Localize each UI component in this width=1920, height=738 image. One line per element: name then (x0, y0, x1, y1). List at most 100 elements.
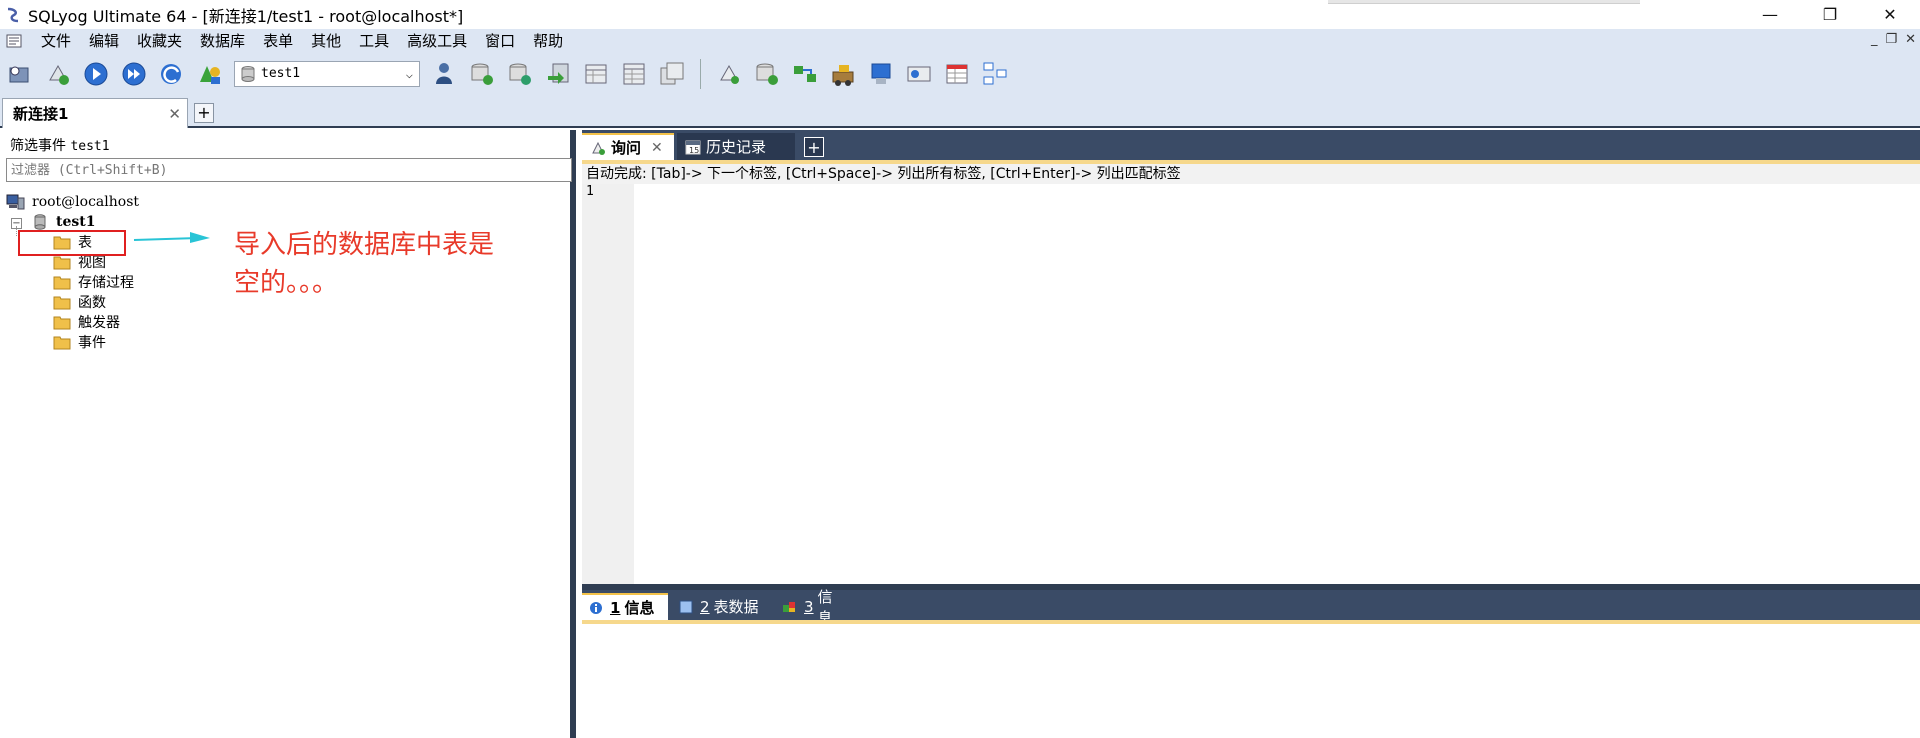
tab-number: 1 (610, 598, 621, 617)
refresh-icon[interactable] (156, 58, 188, 90)
annotation-text: 导入后的数据库中表是空的。。。 (234, 230, 495, 298)
grid-icon[interactable] (941, 58, 973, 90)
window-controls: — ❐ ✕ (1740, 0, 1920, 29)
job-agent-icon[interactable] (827, 58, 859, 90)
mdi-controls: _ ❐ ✕ (1871, 32, 1916, 47)
menu-file[interactable]: 文件 (32, 29, 80, 53)
autocomplete-hint: 自动完成: [Tab]-> 下一个标签, [Ctrl+Space]-> 列出所有… (582, 164, 1920, 184)
database-icon (30, 213, 50, 231)
menu-other[interactable]: 其他 (302, 29, 350, 53)
connection-tab-label: 新连接1 (13, 105, 69, 123)
close-icon[interactable]: ✕ (168, 105, 181, 123)
tree-database-node[interactable]: test1 (30, 212, 95, 232)
database-icon (241, 65, 255, 82)
connect-icon[interactable] (42, 58, 74, 90)
mdi-minimize-button[interactable]: _ (1871, 32, 1878, 47)
table-icon[interactable] (580, 58, 612, 90)
app-menu-icon[interactable] (4, 32, 24, 50)
folder-label: 存储过程 (78, 275, 134, 291)
tab-label: 表数据 (713, 598, 759, 616)
add-query-tab-button[interactable]: + (804, 137, 824, 157)
line-number-gutter: 1 (582, 184, 634, 584)
query-workspace: 询问 ✕ 15 历史记录 + 自动完成: [Tab]-> 下一个标签, [Ctr… (582, 130, 1920, 738)
line-number: 1 (586, 184, 594, 199)
toolbar: test1 ⌵ (0, 53, 1920, 94)
title-bar: SQLyog Ultimate 64 - [新连接1/test1 - root@… (0, 0, 1920, 29)
restore-db-icon[interactable] (504, 58, 536, 90)
server-label: root@localhost (32, 194, 140, 210)
tree-folder-functions[interactable]: 函数 (52, 292, 106, 312)
tree-connector (16, 226, 17, 236)
tab-query[interactable]: 询问 ✕ (582, 133, 674, 160)
menu-edit[interactable]: 编辑 (80, 29, 128, 53)
layout-icon[interactable] (979, 58, 1011, 90)
execute-icon[interactable] (80, 58, 112, 90)
query-builder-icon[interactable] (656, 58, 688, 90)
folder-icon (52, 313, 72, 331)
menu-window[interactable]: 窗口 (476, 29, 524, 53)
notification-icon[interactable] (865, 58, 897, 90)
schema-designer-icon[interactable] (713, 58, 745, 90)
close-button[interactable]: ✕ (1860, 0, 1920, 29)
menu-favorites[interactable]: 收藏夹 (128, 29, 191, 53)
tree-folder-procedures[interactable]: 存储过程 (52, 272, 134, 292)
folder-icon (52, 273, 72, 291)
folder-label: 触发器 (78, 315, 120, 331)
menu-database[interactable]: 数据库 (191, 29, 254, 53)
menu-table[interactable]: 表单 (254, 29, 302, 53)
annotation-highlight-box (18, 230, 126, 256)
mdi-restore-button[interactable]: ❐ (1885, 32, 1897, 47)
tab-number: 2 (700, 597, 710, 616)
tab-number: 3 (804, 597, 814, 616)
database-select[interactable]: test1 ⌵ (234, 60, 420, 87)
tree-server-node[interactable]: root@localhost (6, 192, 139, 212)
backup-db-icon[interactable] (466, 58, 498, 90)
info-blocks-icon (782, 599, 798, 615)
tab-query-label: 询问 (611, 139, 642, 157)
tab-history-label: 历史记录 (706, 138, 767, 156)
tab-messages-3[interactable]: 3 信息 (776, 588, 852, 627)
data-transfer-icon[interactable] (789, 58, 821, 90)
database-select-value: test1 (261, 66, 301, 81)
close-icon[interactable]: ✕ (651, 140, 663, 156)
schema-icon[interactable] (194, 58, 226, 90)
title-ghost-tooltip (1328, 0, 1640, 4)
menu-help[interactable]: 帮助 (524, 29, 572, 53)
mdi-close-button[interactable]: ✕ (1905, 32, 1916, 47)
maximize-button[interactable]: ❐ (1800, 0, 1860, 29)
sync-icon[interactable] (751, 58, 783, 90)
tab-messages-1[interactable]: 1 信息 (582, 593, 668, 620)
tab-label: 信息 (624, 599, 655, 617)
folder-icon (52, 293, 72, 311)
result-panel (582, 624, 1920, 738)
execute-all-icon[interactable] (118, 58, 150, 90)
connection-tab-strip: 新连接1 ✕ + (0, 94, 1920, 128)
folder-icon (52, 333, 72, 351)
database-label: test1 (56, 214, 96, 230)
tree-folder-events[interactable]: 事件 (52, 332, 106, 352)
info-icon (588, 600, 604, 616)
menu-bar: 文件 编辑 收藏夹 数据库 表单 其他 工具 高级工具 窗口 帮助 _ ❐ ✕ (0, 29, 1920, 53)
menu-tools[interactable]: 工具 (350, 29, 398, 53)
calendar-icon: 15 (685, 139, 701, 155)
annotation-arrow-icon (133, 232, 210, 243)
minimize-button[interactable]: — (1740, 0, 1800, 29)
tab-history[interactable]: 15 历史记录 (677, 133, 795, 160)
server-icon (6, 193, 26, 211)
query-tab-strip: 询问 ✕ 15 历史记录 + (582, 130, 1920, 160)
query-editor[interactable]: 1 (582, 184, 1920, 584)
menu-advanced-tools[interactable]: 高级工具 (398, 29, 476, 53)
add-connection-button[interactable]: + (194, 103, 214, 123)
connection-tab[interactable]: 新连接1 ✕ (2, 98, 188, 128)
table-icon (678, 599, 694, 615)
user-manager-icon[interactable] (428, 58, 460, 90)
import-icon[interactable] (542, 58, 574, 90)
tab-table-data[interactable]: 2 表数据 (672, 593, 770, 620)
table-data-icon[interactable] (618, 58, 650, 90)
folder-label: 事件 (78, 335, 106, 351)
filter-input[interactable] (6, 158, 572, 182)
new-connection-icon[interactable] (4, 58, 36, 90)
query-profiler-icon[interactable] (903, 58, 935, 90)
tree-folder-triggers[interactable]: 触发器 (52, 312, 120, 332)
sqlyog-logo-icon (4, 6, 22, 24)
